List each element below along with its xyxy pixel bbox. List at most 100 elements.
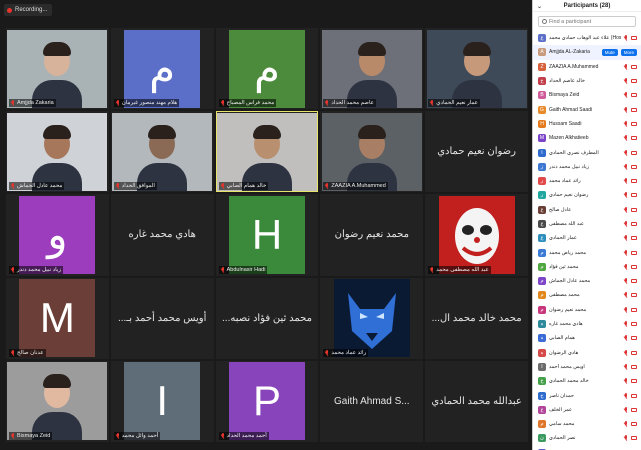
video-feed: [7, 362, 108, 441]
participant-tile[interactable]: محمد عادل الجماش: [6, 111, 109, 193]
participant-row[interactable]: م محمد نعيم رضوان: [533, 303, 641, 317]
participant-tile[interactable]: عمار نعيم الحمادي: [425, 28, 528, 110]
participant-row[interactable]: ا اويس محمد أحمد: [533, 360, 641, 374]
participant-search[interactable]: [538, 16, 636, 27]
participant-tile[interactable]: ...أويس محمد أحمد بـ: [110, 277, 214, 359]
mic-muted-icon: [624, 363, 628, 370]
avatar: H: [538, 119, 546, 128]
collapse-chevron-icon[interactable]: ⌄: [537, 3, 542, 10]
mic-muted-icon: [11, 100, 15, 106]
participant-row[interactable]: ر رائد عماد محمد: [533, 174, 641, 188]
participant-tile[interactable]: محمد نعيم رضوان: [320, 194, 424, 276]
participant-row[interactable]: م محمد سامي: [533, 417, 641, 431]
participant-status-icons: [624, 292, 637, 298]
participant-tile[interactable]: الموافق الحداد: [110, 111, 214, 193]
mic-muted-icon: [624, 249, 628, 256]
participant-tile[interactable]: رضوان نعيم حمادي: [425, 111, 528, 193]
camera-off-icon: [631, 64, 637, 69]
participant-row[interactable]: ز زياد نبيل محمد دندر: [533, 160, 641, 174]
avatar: P: [228, 362, 305, 441]
participant-name: عمار الحمادي: [549, 235, 577, 242]
participant-name: حمدان ناصر: [549, 392, 574, 399]
camera-off-icon: [631, 222, 637, 226]
participant-tile[interactable]: رائد عماد محمد: [320, 277, 424, 359]
participant-row[interactable]: ر رضوان نعيم حمادي: [533, 188, 641, 202]
participant-row[interactable]: ا المطرف نصري الحمادي: [533, 145, 641, 159]
participant-name: Mazen Alkhatieeb: [549, 135, 589, 142]
clown-face-icon: [454, 207, 499, 264]
participant-tile[interactable]: M عدنان صالح: [6, 277, 109, 359]
participant-status-icons: [624, 435, 637, 441]
avatar-letter: م: [253, 45, 280, 93]
participant-row[interactable]: ع عادل صالح: [533, 203, 641, 217]
participant-row[interactable]: ع عمار الحمادي: [533, 231, 641, 245]
participant-row[interactable]: B Bismaya Zeid: [533, 88, 641, 102]
participant-tile[interactable]: عبد الله مصطفى محمد: [425, 194, 528, 276]
participant-row[interactable]: ه همام الصابي: [533, 331, 641, 345]
participant-row[interactable]: H Hussam Saadi: [533, 117, 641, 131]
participant-row[interactable]: ييوسف أحمد: [533, 446, 641, 450]
mic-muted-icon: [11, 432, 15, 439]
participant-tile[interactable]: P أحمد محمد الحداد: [215, 360, 319, 442]
participant-row[interactable]: M Mazen Alkhatieeb: [533, 131, 641, 145]
mic-muted-icon: [624, 235, 628, 241]
recording-indicator[interactable]: Recording...: [4, 4, 53, 16]
camera-off-icon: [631, 164, 637, 169]
mute-button[interactable]: Mute: [601, 48, 618, 56]
participant-row[interactable]: ه هادي الرضوان: [533, 346, 641, 360]
participant-tile[interactable]: I أحمد وائل محمد: [110, 360, 214, 442]
participant-row[interactable]: م محمد مصطفى: [533, 288, 641, 302]
camera-off-icon: [631, 307, 637, 312]
participant-tile[interactable]: م محمد فراس المصباح: [215, 28, 319, 110]
participant-tile[interactable]: خالد همام الصابي: [215, 111, 319, 193]
participant-tile[interactable]: ...محمد خالد محمد ال: [425, 277, 528, 359]
participant-row[interactable]: ع عمر الخلف: [533, 403, 641, 417]
avatar: H: [228, 195, 305, 274]
participant-row[interactable]: خ خالد محمد الحمادي: [533, 374, 641, 388]
participant-row[interactable]: م محمد عادل الجماش: [533, 274, 641, 288]
mic-muted-icon: [624, 120, 628, 127]
avatar: م: [538, 291, 546, 300]
participant-tile[interactable]: Amjjda Zakaria: [6, 28, 109, 110]
avatar: ح: [538, 391, 546, 400]
participant-row[interactable]: ح حمدان ناصر: [533, 388, 641, 402]
avatar: M: [19, 279, 96, 358]
avatar: ع: [538, 405, 546, 414]
participant-row[interactable]: خ خالد عاصم الحداد: [533, 74, 641, 88]
participant-row[interactable]: ن نصر الحمادي: [533, 431, 641, 445]
avatar: ر: [538, 191, 546, 200]
participant-row[interactable]: Z ZAAZIA A.Muhammed: [533, 60, 641, 74]
participant-tile[interactable]: عاصم محمد الحداد: [320, 28, 424, 110]
participant-tile[interactable]: H Abdulnasir Hadi: [215, 194, 319, 276]
mic-muted-icon: [624, 35, 628, 41]
more-button[interactable]: More: [620, 48, 637, 56]
participant-tile[interactable]: ...محمد ثين فؤاد نصبه: [215, 277, 319, 359]
participant-tile[interactable]: Bismaya Zeid: [6, 360, 109, 442]
participant-list[interactable]: ععلاء عبد الوهاب حمادي محمد (Host, me)AA…: [533, 31, 641, 450]
participant-tile[interactable]: هادي محمد غاره: [110, 194, 214, 276]
participant-tile[interactable]: م هلام مهند منصور غيرمان: [110, 28, 214, 110]
participant-row[interactable]: G Gaith Ahmad Saadi: [533, 102, 641, 116]
participant-tile[interactable]: عبدالله محمد الحمادي: [425, 360, 528, 442]
participant-row[interactable]: A Amjjda AL-Zakaria Mute More: [533, 45, 641, 60]
search-input[interactable]: [548, 18, 632, 25]
participants-header: ⌄ Participants (28): [533, 0, 641, 12]
wolf-avatar: [333, 279, 410, 358]
camera-off-icon: [631, 336, 637, 341]
participant-tile[interactable]: ZAAZIA A.Muhammed: [320, 111, 424, 193]
mic-muted-icon: [624, 263, 628, 270]
recording-label: Recording...: [15, 7, 48, 13]
participant-tile[interactable]: و زياد نبيل محمد دندر: [6, 194, 109, 276]
participant-name: محمد ثين فؤاد: [549, 263, 579, 270]
avatar-letter: H: [251, 210, 283, 258]
participant-row[interactable]: م محمد رياض محمد: [533, 245, 641, 259]
participant-row[interactable]: م محمد ثين فؤاد: [533, 260, 641, 274]
avatar: ع: [538, 234, 546, 243]
camera-off-icon: [631, 93, 637, 98]
avatar: م: [538, 277, 546, 286]
participant-name-display: ...أويس محمد أحمد بـ: [118, 312, 207, 324]
participant-row[interactable]: ع عبد الله مصطفى: [533, 217, 641, 231]
participant-row[interactable]: ععلاء عبد الوهاب حمادي محمد (Host, me): [533, 31, 641, 45]
participant-tile[interactable]: Gaith Ahmad S...: [320, 360, 424, 442]
participant-row[interactable]: ه هادي محمد غاره: [533, 317, 641, 331]
